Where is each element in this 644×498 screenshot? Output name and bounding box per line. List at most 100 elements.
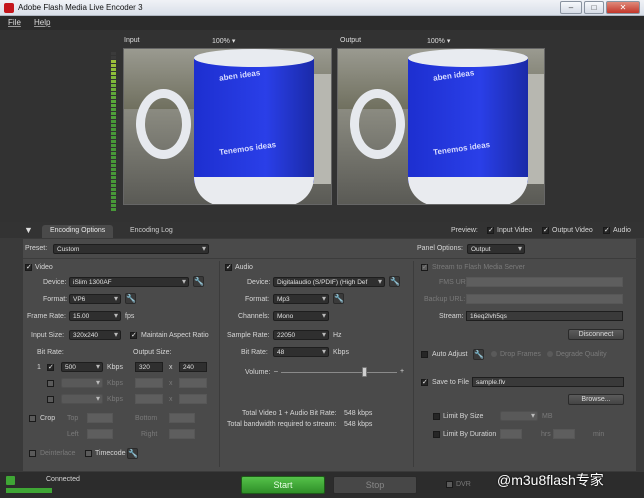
timecode-label: Timecode <box>95 450 126 457</box>
maintain-aspect-checkbox[interactable]: ✓ <box>130 332 137 339</box>
audio-device-label: Device: <box>247 279 271 286</box>
video-enable-checkbox[interactable]: ✓ <box>25 264 32 271</box>
video-device-select[interactable]: iSlim 1300AF <box>69 277 189 287</box>
audio-enable-checkbox[interactable]: ✓ <box>225 264 232 271</box>
disconnect-button[interactable]: Disconnect <box>568 329 624 340</box>
stream-input[interactable]: 16eq2lvh5qs <box>466 311 623 321</box>
save-to-file-checkbox[interactable]: ✓ <box>421 379 428 386</box>
auto-adjust-label: Auto Adjust <box>432 351 468 358</box>
frame-rate-select[interactable]: 15.00 <box>69 311 121 321</box>
bitrate-row1-checkbox[interactable]: ✓ <box>47 364 54 371</box>
volume-label: Volume: <box>245 369 271 376</box>
audio-format-label: Format: <box>245 296 270 303</box>
video-format-select[interactable]: VP6 <box>69 294 121 304</box>
start-button[interactable]: Start <box>241 476 325 494</box>
sample-rate-select[interactable]: 22050 <box>273 330 329 340</box>
output-width-row3-input[interactable] <box>135 394 163 404</box>
timecode-checkbox[interactable] <box>85 450 92 457</box>
watermark-text: @m3u8flash专家 <box>497 472 604 488</box>
volume-plus: + <box>400 368 405 375</box>
bitrate-row3-select[interactable] <box>61 394 103 404</box>
bitrate-row2-select[interactable] <box>61 378 103 388</box>
degrade-quality-radio[interactable] <box>547 351 553 357</box>
video-section-title: Video <box>35 264 53 271</box>
maximize-button[interactable]: □ <box>584 1 604 14</box>
backup-url-input[interactable] <box>466 294 623 304</box>
tab-encoding-options[interactable]: Encoding Options <box>42 225 114 238</box>
volume-slider-track[interactable] <box>281 372 397 373</box>
output-video-preview: aben ideas Tenemos ideas <box>337 48 545 205</box>
total-bitrate-label: Total Video 1 + Audio Bit Rate: <box>242 410 337 417</box>
auto-adjust-checkbox[interactable] <box>421 351 428 358</box>
bitrate-row1-select[interactable]: 500 <box>61 362 103 372</box>
timecode-settings-icon[interactable]: 🔧 <box>127 448 138 459</box>
connection-status-text: Connected <box>46 476 80 483</box>
limit-by-size-label: Limit By Size <box>443 413 484 420</box>
output-height-row3-input[interactable] <box>179 394 207 404</box>
close-button[interactable]: ✕ <box>606 1 640 14</box>
bitrate-row3-checkbox[interactable] <box>47 396 54 403</box>
minimize-button[interactable]: – <box>560 1 582 14</box>
audio-kbps-unit: Kbps <box>333 349 349 356</box>
browse-button[interactable]: Browse... <box>568 394 624 405</box>
limit-by-duration-checkbox[interactable] <box>433 431 440 438</box>
video-format-settings-icon[interactable]: 🔧 <box>125 293 136 304</box>
frame-rate-label: Frame Rate: <box>27 313 66 320</box>
file-name-input[interactable]: sample.flv <box>472 377 624 387</box>
output-height-row2-input[interactable] <box>179 378 207 388</box>
preview-output-video-checkbox[interactable]: ✓ <box>542 227 549 234</box>
audio-device-select[interactable]: Digitalaudio (S/PDIF) (High Def <box>273 277 385 287</box>
drop-frames-radio[interactable] <box>491 351 497 357</box>
volume-slider-thumb[interactable] <box>361 367 367 377</box>
output-width-input[interactable]: 320 <box>135 362 163 372</box>
encoding-options-panel: Preset: Custom Panel Options: Output ✓ V… <box>22 238 638 472</box>
crop-right-input[interactable] <box>169 429 195 439</box>
crop-checkbox[interactable] <box>29 415 36 422</box>
crop-top-input[interactable] <box>87 413 113 423</box>
auto-adjust-settings-icon[interactable]: 🔧 <box>473 349 484 360</box>
tab-encoding-log[interactable]: Encoding Log <box>122 225 181 238</box>
audio-device-settings-icon[interactable]: 🔧 <box>389 276 400 287</box>
limit-by-duration-label: Limit By Duration <box>443 431 497 438</box>
preview-output-video-label: Output Video <box>552 227 593 234</box>
total-bitrate-value: 548 kbps <box>344 410 373 417</box>
output-height-input[interactable]: 240 <box>179 362 207 372</box>
collapse-panel-icon[interactable]: ▼ <box>24 225 33 235</box>
panel-options-select[interactable]: Output <box>467 244 525 254</box>
output-width-row2-input[interactable] <box>135 378 163 388</box>
dvr-checkbox[interactable] <box>446 481 453 488</box>
channels-select[interactable]: Mono <box>273 311 329 321</box>
crop-bottom-input[interactable] <box>169 413 195 423</box>
menu-bar: File Help <box>0 16 644 30</box>
menu-help[interactable]: Help <box>34 18 50 27</box>
bitrate-row1-unit: Kbps <box>107 364 123 371</box>
crop-left-input[interactable] <box>87 429 113 439</box>
bitrate-row2-checkbox[interactable] <box>47 380 54 387</box>
fms-url-input[interactable] <box>466 277 623 287</box>
audio-section-title: Audio <box>235 264 253 271</box>
input-size-select[interactable]: 320x240 <box>69 330 121 340</box>
stream-to-fms-checkbox[interactable]: ✓ <box>421 264 428 271</box>
audio-format-settings-icon[interactable]: 🔧 <box>333 293 344 304</box>
deinterlace-checkbox[interactable] <box>29 450 36 457</box>
audio-bit-rate-select[interactable]: 48 <box>273 347 329 357</box>
output-zoom-select[interactable]: 100% ▾ <box>427 37 450 45</box>
menu-file[interactable]: File <box>8 18 21 27</box>
output-size-row3-x: x <box>169 396 173 403</box>
mb-unit: MB <box>542 413 553 420</box>
app-icon <box>4 3 14 13</box>
limit-minutes-input[interactable] <box>553 429 575 439</box>
input-zoom-select[interactable]: 100% ▾ <box>212 37 235 45</box>
hz-unit: Hz <box>333 332 342 339</box>
limit-hours-input[interactable] <box>500 429 522 439</box>
title-bar: Adobe Flash Media Live Encoder 3 – □ ✕ <box>0 0 644 16</box>
limit-size-select[interactable] <box>500 411 538 421</box>
preview-input-video-checkbox[interactable]: ✓ <box>487 227 494 234</box>
audio-format-select[interactable]: Mp3 <box>273 294 329 304</box>
preset-select[interactable]: Custom <box>53 244 209 254</box>
stop-button[interactable]: Stop <box>333 476 417 494</box>
video-device-settings-icon[interactable]: 🔧 <box>193 276 204 287</box>
preview-audio-checkbox[interactable]: ✓ <box>603 227 610 234</box>
limit-by-size-checkbox[interactable] <box>433 413 440 420</box>
panel-options-label: Panel Options: <box>417 245 463 252</box>
